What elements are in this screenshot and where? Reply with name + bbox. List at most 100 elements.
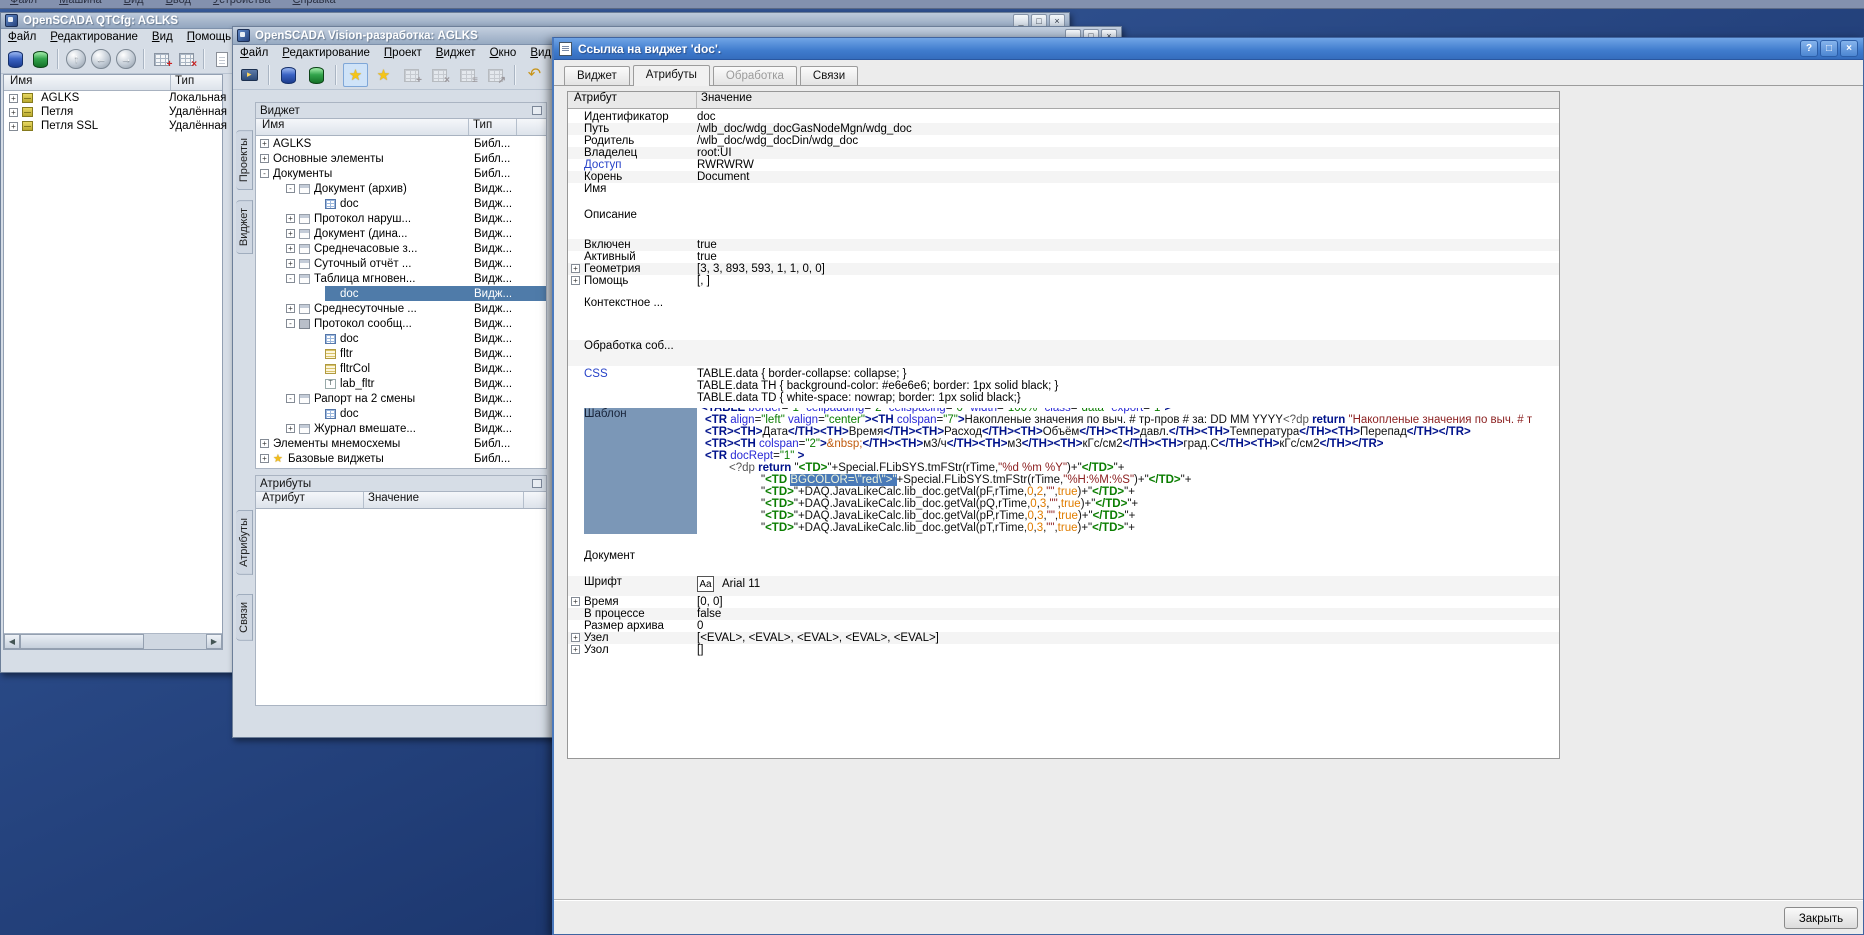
- attribute-row[interactable]: +Геометрия[3, 3, 893, 593, 1, 1, 0, 0]: [568, 263, 1559, 275]
- attribute-value[interactable]: Document: [697, 171, 1559, 183]
- attribute-value[interactable]: /wlb_doc/wdg_docDin/wdg_doc: [697, 135, 1559, 147]
- column-name[interactable]: Имя: [4, 75, 171, 90]
- help-icon[interactable]: ?: [1800, 40, 1818, 57]
- column-value[interactable]: Значение: [364, 492, 524, 508]
- attribute-value[interactable]: AaArial 11: [697, 576, 1559, 596]
- attribute-value[interactable]: []: [697, 644, 1559, 656]
- expander-icon[interactable]: +: [286, 214, 295, 223]
- qtcfg-menu-Помощь[interactable]: Помощь: [187, 31, 231, 43]
- attributes-table-header[interactable]: Атрибут Значение: [256, 492, 546, 509]
- tab-Атрибуты[interactable]: Атрибуты: [633, 65, 710, 86]
- attribute-value[interactable]: [697, 550, 1559, 574]
- attribute-value[interactable]: [, ]: [697, 275, 1559, 287]
- expander-icon[interactable]: +: [286, 244, 295, 253]
- column-attribute[interactable]: Атрибут: [568, 92, 697, 108]
- qtcfg-tree-header[interactable]: Имя Тип: [4, 75, 222, 91]
- attribute-row[interactable]: +Время[0, 0]: [568, 596, 1559, 608]
- tree-row[interactable]: +Среднесуточные ...Видж...: [256, 301, 546, 316]
- attribute-value[interactable]: [697, 340, 1559, 366]
- expander-icon[interactable]: +: [9, 122, 18, 131]
- template-code-editor[interactable]: <TABLE border="1" cellpadding="2" cellsp…: [697, 408, 1559, 534]
- expander-icon[interactable]: +: [286, 229, 295, 238]
- attribute-row[interactable]: Шаблон<TABLE border="1" cellpadding="2" …: [568, 408, 1559, 534]
- expander-icon[interactable]: -: [260, 169, 269, 178]
- page-icon[interactable]: [211, 47, 233, 71]
- widget-library-new-icon[interactable]: ★: [371, 63, 396, 87]
- db-save-icon[interactable]: [30, 47, 52, 71]
- attribute-row[interactable]: Контекстное ...: [568, 297, 1559, 323]
- tree-row[interactable]: -Рапорт на 2 сменыВидж...: [256, 391, 546, 406]
- attribute-row[interactable]: Владелецroot:UI: [568, 147, 1559, 159]
- attribute-value[interactable]: [697, 183, 1559, 195]
- db-save-icon[interactable]: [304, 63, 329, 87]
- tab-Связи[interactable]: Связи: [800, 66, 858, 85]
- tree-row[interactable]: +Основные элементыБибл...: [256, 151, 546, 166]
- host-menu-Вид[interactable]: Вид: [124, 0, 144, 6]
- tree-row[interactable]: +Среднечасовые з...Видж...: [256, 241, 546, 256]
- horizontal-scrollbar[interactable]: ◀ ▶: [4, 633, 222, 649]
- undo-icon[interactable]: ↶: [522, 63, 547, 87]
- runtime-icon[interactable]: [237, 63, 262, 87]
- attribute-row[interactable]: Путь/wlb_doc/wdg_docGasNodeMgn/wdg_doc: [568, 123, 1559, 135]
- attribute-value[interactable]: doc: [697, 111, 1559, 123]
- attributes-empty-area[interactable]: [256, 509, 546, 705]
- vision-menu-Вид[interactable]: Вид: [530, 47, 551, 59]
- attribute-row[interactable]: Обработка соб...: [568, 340, 1559, 366]
- scroll-left-icon[interactable]: ◀: [4, 634, 20, 649]
- item-del-icon[interactable]: ×: [176, 47, 198, 71]
- expander-icon[interactable]: +: [9, 94, 18, 103]
- tree-row[interactable]: +Документ (дина...Видж...: [256, 226, 546, 241]
- qtcfg-menu-Файл[interactable]: Файл: [8, 31, 36, 43]
- tree-row[interactable]: Tlab_fltrВидж...: [256, 376, 546, 391]
- attribute-value[interactable]: TABLE.data { border-collapse: collapse; …: [697, 368, 1559, 404]
- host-menu-Ввод[interactable]: Ввод: [166, 0, 191, 6]
- item-add-icon[interactable]: +: [151, 47, 173, 71]
- nav-forward-icon[interactable]: →: [115, 47, 137, 71]
- qtcfg-menu-Редактирование[interactable]: Редактирование: [50, 31, 138, 43]
- vision-menu-Редактирование[interactable]: Редактирование: [282, 47, 370, 59]
- db-load-icon[interactable]: [276, 63, 301, 87]
- widget-props-icon[interactable]: ≡: [455, 63, 480, 87]
- expander-icon[interactable]: +: [571, 276, 580, 285]
- attribute-row[interactable]: +Помощь[, ]: [568, 275, 1559, 287]
- tree-row[interactable]: +Суточный отчёт ...Видж...: [256, 256, 546, 271]
- tree-row[interactable]: docВидж...: [256, 406, 546, 421]
- tree-row[interactable]: +Петля SSLУдалённая: [4, 119, 222, 133]
- tree-row[interactable]: +Протокол наруш...Видж...: [256, 211, 546, 226]
- expander-icon[interactable]: +: [260, 154, 269, 163]
- font-button[interactable]: Aa: [697, 576, 714, 592]
- expander-icon[interactable]: -: [286, 274, 295, 283]
- expander-icon[interactable]: +: [571, 597, 580, 606]
- tab-widget[interactable]: Виджет: [236, 200, 253, 254]
- expander-icon[interactable]: -: [286, 319, 295, 328]
- attribute-value[interactable]: [697, 209, 1559, 233]
- tab-Виджет[interactable]: Виджет: [564, 66, 630, 85]
- attribute-row[interactable]: Включенtrue: [568, 239, 1559, 251]
- attribute-row[interactable]: Описание: [568, 209, 1559, 233]
- expander-icon[interactable]: +: [260, 139, 269, 148]
- expander-icon[interactable]: -: [286, 184, 295, 193]
- tab-links[interactable]: Связи: [236, 594, 253, 641]
- expander-icon[interactable]: +: [286, 259, 295, 268]
- attribute-value[interactable]: true: [697, 239, 1559, 251]
- attribute-value[interactable]: <TABLE border="1" cellpadding="2" cellsp…: [697, 408, 1559, 534]
- expander-icon[interactable]: +: [571, 633, 580, 642]
- vision-menu-Файл[interactable]: Файл: [240, 47, 268, 59]
- max-icon[interactable]: □: [1820, 40, 1838, 57]
- tab-projects[interactable]: Проекты: [236, 130, 253, 190]
- expander-icon[interactable]: +: [260, 439, 269, 448]
- nav-up-icon[interactable]: ↑: [65, 47, 87, 71]
- tree-row[interactable]: +Элементы мнемосхемыБибл...: [256, 436, 546, 451]
- host-menu-Машина[interactable]: Машина: [59, 0, 102, 6]
- attribute-row[interactable]: В процессеfalse: [568, 608, 1559, 620]
- dock-float-icon[interactable]: [532, 106, 542, 115]
- expander-icon[interactable]: +: [286, 304, 295, 313]
- column-type[interactable]: Тип: [469, 119, 517, 135]
- expander-icon[interactable]: -: [286, 394, 295, 403]
- tree-row[interactable]: docВидж...: [256, 331, 546, 346]
- nav-back-icon[interactable]: ←: [90, 47, 112, 71]
- tree-row[interactable]: docВидж...: [256, 286, 546, 301]
- tab-attributes[interactable]: Атрибуты: [236, 510, 253, 575]
- tree-row[interactable]: -Протокол сообщ...Видж...: [256, 316, 546, 331]
- attribute-value[interactable]: [3, 3, 893, 593, 1, 1, 0, 0]: [697, 263, 1559, 275]
